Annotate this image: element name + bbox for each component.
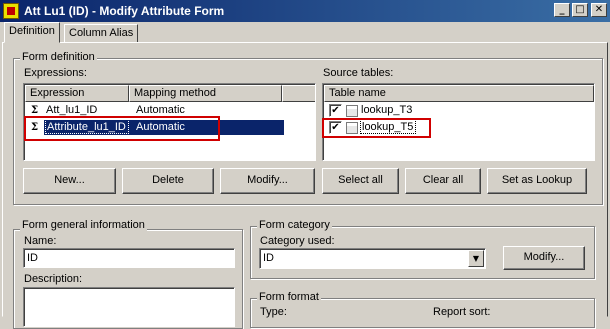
category-value: ID (263, 252, 274, 264)
window-title: Att Lu1 (ID) - Modify Attribute Form (24, 4, 225, 18)
clear-all-button[interactable]: Clear all (405, 168, 481, 194)
tab-definition[interactable]: Definition (4, 22, 60, 43)
expression-name: Att_lu1_ID (46, 104, 98, 116)
source-tables-label: Source tables: (323, 67, 394, 79)
name-input[interactable]: ID (23, 248, 235, 268)
new-button[interactable]: New... (23, 168, 116, 194)
minimize-button[interactable]: _ (554, 3, 570, 17)
mapping-method-column-header[interactable]: Mapping method (129, 85, 282, 102)
set-as-lookup-button[interactable]: Set as Lookup (487, 168, 587, 194)
select-all-button[interactable]: Select all (322, 168, 399, 194)
name-label: Name: (24, 235, 57, 247)
description-input[interactable] (23, 287, 235, 327)
expression-icon: Σ (30, 105, 39, 116)
tab-column-alias[interactable]: Column Alias (64, 24, 139, 43)
expression-column-header[interactable]: Expression (25, 85, 129, 102)
highlight-annotation (24, 116, 220, 141)
report-sort-label: Report sort: (433, 306, 491, 318)
title-bar[interactable]: Att Lu1 (ID) - Modify Attribute Form _ □… (0, 0, 610, 22)
category-used-label: Category used: (260, 235, 335, 247)
maximize-button[interactable]: □ (572, 3, 588, 17)
type-label: Type: (260, 306, 287, 318)
expressions-label: Expressions: (24, 67, 87, 79)
table-checkbox[interactable]: ✔ (329, 104, 342, 117)
table-name: lookup_T3 (361, 104, 413, 116)
attribute-icon (3, 3, 19, 19)
form-category-legend: Form category (257, 219, 332, 231)
table-name-column-header[interactable]: Table name (324, 85, 594, 102)
empty-column-header (282, 85, 315, 102)
form-format-legend: Form format (257, 291, 321, 303)
chevron-down-icon[interactable]: ▼ (468, 250, 484, 267)
delete-button[interactable]: Delete (122, 168, 214, 194)
modify-category-button[interactable]: Modify... (503, 246, 585, 270)
highlight-annotation (322, 118, 431, 138)
mapping-method: Automatic (136, 104, 185, 116)
form-general-legend: Form general information (20, 219, 147, 231)
description-label: Description: (24, 273, 83, 285)
form-definition-legend: Form definition (20, 51, 97, 63)
table-icon (346, 105, 358, 117)
category-dropdown[interactable]: ID ▼ (259, 248, 486, 269)
list-item[interactable]: ✔ lookup_T3 (324, 102, 594, 119)
close-button[interactable]: ✕ (591, 3, 607, 17)
modify-expression-button[interactable]: Modify... (220, 168, 315, 194)
